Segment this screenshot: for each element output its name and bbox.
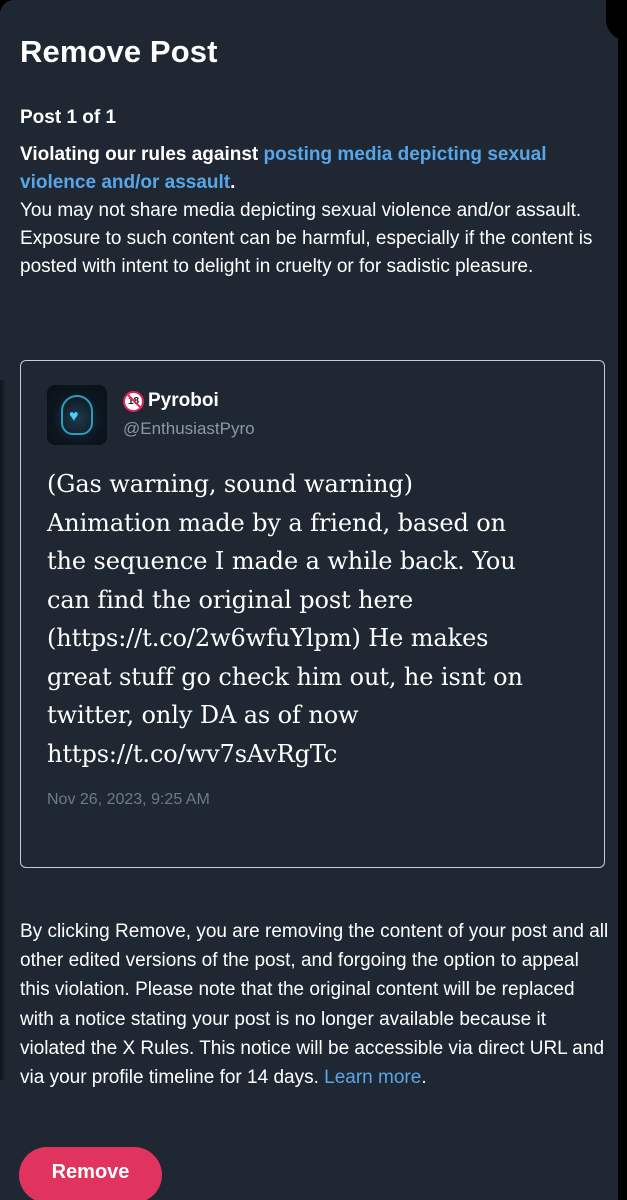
author-handle: @EnthusiastPyro	[123, 419, 255, 438]
remove-post-dialog: Remove Post Post 1 of 1 Violating our ru…	[0, 0, 627, 1200]
no-under-18-icon: 18	[123, 390, 144, 412]
removal-notice-text: By clicking Remove, you are removing the…	[20, 921, 609, 1089]
screen-edge-shadow	[0, 380, 6, 1080]
panel-corner	[0, 0, 28, 28]
author-name: 18 Pyroboi	[123, 390, 219, 412]
dialog-title: Remove Post	[20, 34, 218, 69]
screen-edge	[606, 0, 627, 1200]
avatar: ♥	[47, 385, 107, 445]
remove-button[interactable]: Remove	[19, 1147, 162, 1200]
post-text: (Gas warning, sound warning) Animation m…	[47, 470, 523, 768]
post-preview-card: ♥ 18 Pyroboi @EnthusiastPyro (Gas warnin…	[20, 360, 605, 868]
notice-period: .	[421, 1067, 427, 1089]
violation-description: You may not share media depicting sexual…	[20, 200, 593, 277]
violation-lead: Violating our rules against	[20, 144, 264, 165]
author-display-name: Pyroboi	[148, 390, 219, 411]
removal-notice: By clicking Remove, you are removing the…	[20, 917, 610, 1092]
heart-icon: ♥	[69, 408, 79, 425]
violation-period: .	[230, 172, 236, 193]
learn-more-link[interactable]: Learn more	[324, 1067, 421, 1088]
post-count: Post 1 of 1	[20, 107, 117, 128]
violation-summary: Violating our rules against posting medi…	[20, 141, 600, 281]
post-timestamp: Nov 26, 2023, 9:25 AM	[47, 791, 210, 808]
